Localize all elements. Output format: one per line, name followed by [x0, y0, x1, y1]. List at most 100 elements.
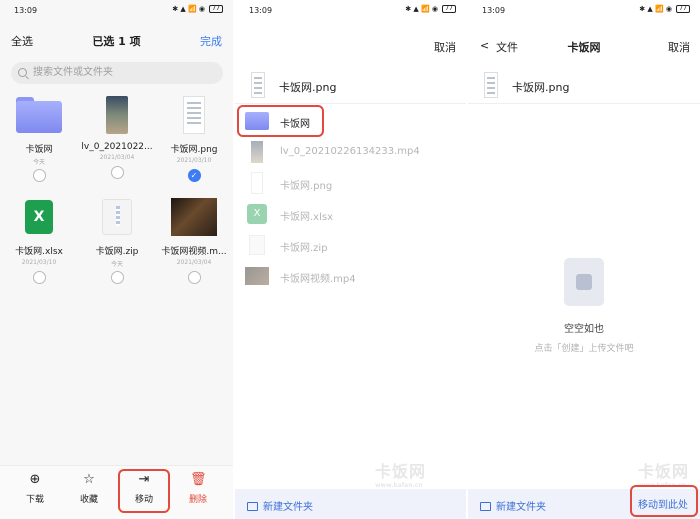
moving-file-row: 卡饭网.png: [468, 70, 700, 104]
status-bar: 13:09 ✱ ▲ 📶 ◉ 77: [0, 0, 233, 22]
action-bar: ⊕ 下载 ☆ 收藏 ⇥ 移动 🗑 删除: [0, 465, 233, 519]
battery-icon: 77: [676, 5, 690, 13]
status-time: 13:09: [249, 6, 273, 15]
empty-file-icon: [564, 258, 604, 306]
search-icon: [18, 68, 27, 77]
done-button[interactable]: 完成: [200, 33, 222, 49]
battery-icon: 77: [209, 5, 223, 13]
status-icons: ✱ ▲ 📶 ◉ 77: [172, 5, 223, 13]
video-thumbnail: [106, 96, 128, 134]
grid-item[interactable]: 卡饭网视频.m... 2021/03/04: [155, 196, 233, 284]
status-bar: 13:09 ✱ ▲ 📶 ◉ 77: [468, 0, 700, 22]
select-checkbox[interactable]: [110, 271, 124, 284]
file-select-panel: 13:09 ✱ ▲ 📶 ◉ 77 全选 已选 1 项 完成 搜索文件或文件夹 卡…: [0, 0, 233, 519]
new-folder-label: 新建文件夹: [496, 502, 546, 513]
grid-item[interactable]: 卡饭网.zip 今天: [78, 196, 156, 284]
signal-icons: ✱ ▲ 📶 ◉: [639, 5, 672, 13]
grid-item-name: 卡饭网.xlsx: [15, 247, 63, 257]
favorite-label: 收藏: [79, 495, 98, 505]
grid-item-date: 今天: [110, 261, 123, 268]
status-time: 13:09: [482, 6, 506, 15]
page-title: 卡饭网: [567, 41, 601, 54]
watermark-logo: 卡饭网 www.kafan.cn: [375, 462, 427, 489]
zip-icon: [249, 235, 265, 255]
grid-item-date: 今天: [32, 159, 45, 166]
excel-icon: X: [25, 200, 53, 234]
move-header: 取消: [235, 36, 466, 56]
empty-state: 空空如也 点击「创建」上传文件吧: [468, 258, 700, 354]
status-time: 13:09: [14, 6, 38, 15]
folder-destination-panel: 13:09 ✱ ▲ 📶 ◉ 77 < 文件 卡饭网 取消 卡饭网.png 空空如…: [468, 0, 700, 519]
select-checkbox[interactable]: [32, 271, 46, 284]
list-item-label: 卡饭网.png: [280, 181, 333, 192]
new-folder-bar: 新建文件夹: [235, 489, 466, 519]
move-here-highlight: [630, 485, 698, 517]
select-checkbox[interactable]: [187, 271, 201, 284]
download-button[interactable]: ⊕ 下载: [15, 472, 55, 505]
move-highlight: [118, 469, 170, 513]
delete-button[interactable]: 🗑 删除: [178, 472, 218, 505]
selection-header: 全选 已选 1 项 完成: [0, 30, 233, 50]
excel-icon: X: [247, 204, 267, 224]
search-placeholder: 搜索文件或文件夹: [33, 67, 113, 78]
cancel-button[interactable]: 取消: [434, 39, 456, 55]
grid-item[interactable]: 卡饭网 今天: [0, 94, 78, 182]
list-item: 卡饭网.zip: [235, 230, 466, 260]
list-item-label: 卡饭网.zip: [280, 243, 328, 254]
trash-icon: 🗑: [190, 472, 207, 487]
new-folder-label: 新建文件夹: [263, 502, 313, 513]
cancel-button[interactable]: 取消: [668, 39, 690, 55]
folder-outline-icon: [480, 502, 491, 511]
grid-item-date: 2021/03/04: [99, 154, 135, 161]
image-thumbnail: [251, 172, 263, 194]
search-input[interactable]: 搜索文件或文件夹: [11, 62, 223, 84]
grid-item-name: 卡饭网.zip: [95, 247, 139, 257]
empty-hint: 点击「创建」上传文件吧: [534, 344, 634, 354]
select-checkbox-checked[interactable]: ✓: [187, 169, 201, 182]
zip-icon: [102, 199, 132, 235]
grid-item-name: 卡饭网: [25, 145, 53, 155]
folder-header: < 文件 卡饭网 取消: [468, 36, 700, 56]
favorite-button[interactable]: ☆ 收藏: [69, 472, 109, 505]
delete-label: 删除: [188, 495, 207, 505]
moving-file-row: 卡饭网.png: [235, 70, 466, 104]
select-checkbox[interactable]: [110, 166, 124, 179]
moving-file-name: 卡饭网.png: [279, 81, 337, 94]
grid-item-date: 2021/03/10: [21, 259, 57, 266]
grid-item[interactable]: X 卡饭网.xlsx 2021/03/10: [0, 196, 78, 284]
signal-icons: ✱ ▲ 📶 ◉: [405, 5, 438, 13]
grid-item-name: 卡饭网.png: [170, 145, 218, 155]
folder-highlight: [237, 105, 324, 137]
grid-item[interactable]: 卡饭网.png 2021/03/10 ✓: [155, 94, 233, 182]
moving-file-name: 卡饭网.png: [512, 81, 570, 94]
image-thumbnail: [251, 72, 265, 98]
folder-outline-icon: [247, 502, 258, 511]
list-item: 卡饭网视频.mp4: [235, 261, 466, 291]
empty-title: 空空如也: [564, 324, 604, 335]
star-icon: ☆: [83, 472, 95, 487]
image-thumbnail: [484, 72, 498, 98]
battery-icon: 77: [442, 5, 456, 13]
download-label: 下载: [25, 495, 44, 505]
status-bar: 13:09 ✱ ▲ 📶 ◉ 77: [235, 0, 466, 22]
list-item: 卡饭网.png: [235, 168, 466, 198]
list-item: X 卡饭网.xlsx: [235, 199, 466, 229]
move-destination-panel: 13:09 ✱ ▲ 📶 ◉ 77 取消 卡饭网.png 卡饭网 lv_0_202…: [235, 0, 466, 519]
status-icons: ✱ ▲ 📶 ◉ 77: [405, 5, 456, 13]
status-icons: ✱ ▲ 📶 ◉ 77: [639, 5, 690, 13]
grid-item-date: 2021/03/04: [176, 259, 212, 266]
grid-item-date: 2021/03/10: [176, 157, 212, 164]
new-folder-button[interactable]: 新建文件夹: [480, 498, 546, 513]
select-checkbox[interactable]: [32, 169, 46, 182]
grid-item-name: lv_0_2021022...: [81, 142, 153, 152]
image-thumbnail: [183, 96, 205, 134]
list-item: lv_0_20210226134233.mp4: [235, 137, 466, 167]
new-folder-button[interactable]: 新建文件夹: [247, 498, 313, 513]
grid-item-name: 卡饭网视频.m...: [161, 247, 227, 257]
list-item-label: 卡饭网视频.mp4: [280, 274, 356, 285]
selection-title: 已选 1 项: [92, 35, 141, 48]
signal-icons: ✱ ▲ 📶 ◉: [172, 5, 205, 13]
list-item-label: 卡饭网.xlsx: [280, 212, 334, 223]
new-folder-bar: 新建文件夹 移动到此处: [468, 485, 700, 519]
grid-item[interactable]: lv_0_2021022... 2021/03/04: [78, 94, 156, 179]
